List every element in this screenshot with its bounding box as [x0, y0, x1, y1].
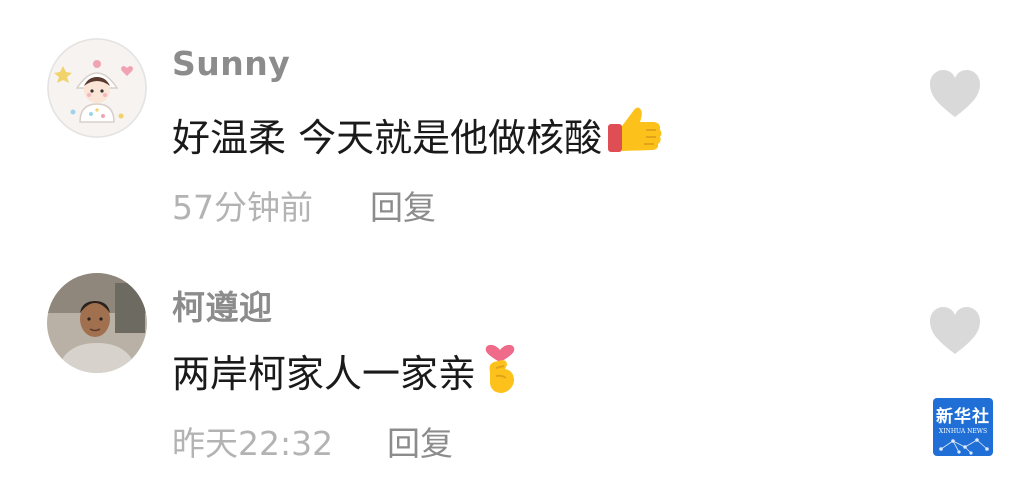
comment-timestamp: 57分钟前 — [172, 188, 313, 227]
comment-timestamp: 昨天22:32 — [172, 424, 334, 463]
avatar[interactable] — [47, 38, 147, 138]
avatar-photo-image — [47, 273, 147, 373]
comment-item: 柯遵迎 两岸柯家人一家亲 昨天22:32 回复 — [0, 243, 1023, 486]
comment-text: 好温柔 今天就是他做核酸 — [172, 104, 664, 165]
comment-username[interactable]: 柯遵迎 — [172, 281, 273, 329]
comment-text-content: 两岸柯家人一家亲 — [172, 352, 477, 396]
avatar[interactable] — [47, 273, 147, 373]
xinhua-news-logo: 新华社 XINHUA NEWS — [933, 398, 993, 456]
comment-username[interactable]: Sunny — [172, 44, 290, 83]
finger-heart-icon — [480, 338, 520, 403]
logo-network-graphic — [939, 438, 989, 455]
like-heart-icon[interactable] — [928, 69, 982, 119]
logo-name-en: XINHUA NEWS — [938, 428, 988, 435]
comment-text-content: 好温柔 今天就是他做核酸 — [172, 116, 603, 160]
comment-text: 两岸柯家人一家亲 — [172, 338, 520, 403]
like-heart-icon[interactable] — [928, 306, 982, 356]
thumbs-up-icon — [606, 104, 664, 165]
comment-item: Sunny 好温柔 今天就是他做核酸 57分钟前 回复 — [0, 0, 1023, 243]
reply-button[interactable]: 回复 — [370, 181, 436, 229]
logo-name-cn: 新华社 — [936, 407, 990, 427]
reply-button[interactable]: 回复 — [387, 417, 453, 465]
avatar-cartoon-image — [47, 38, 147, 138]
